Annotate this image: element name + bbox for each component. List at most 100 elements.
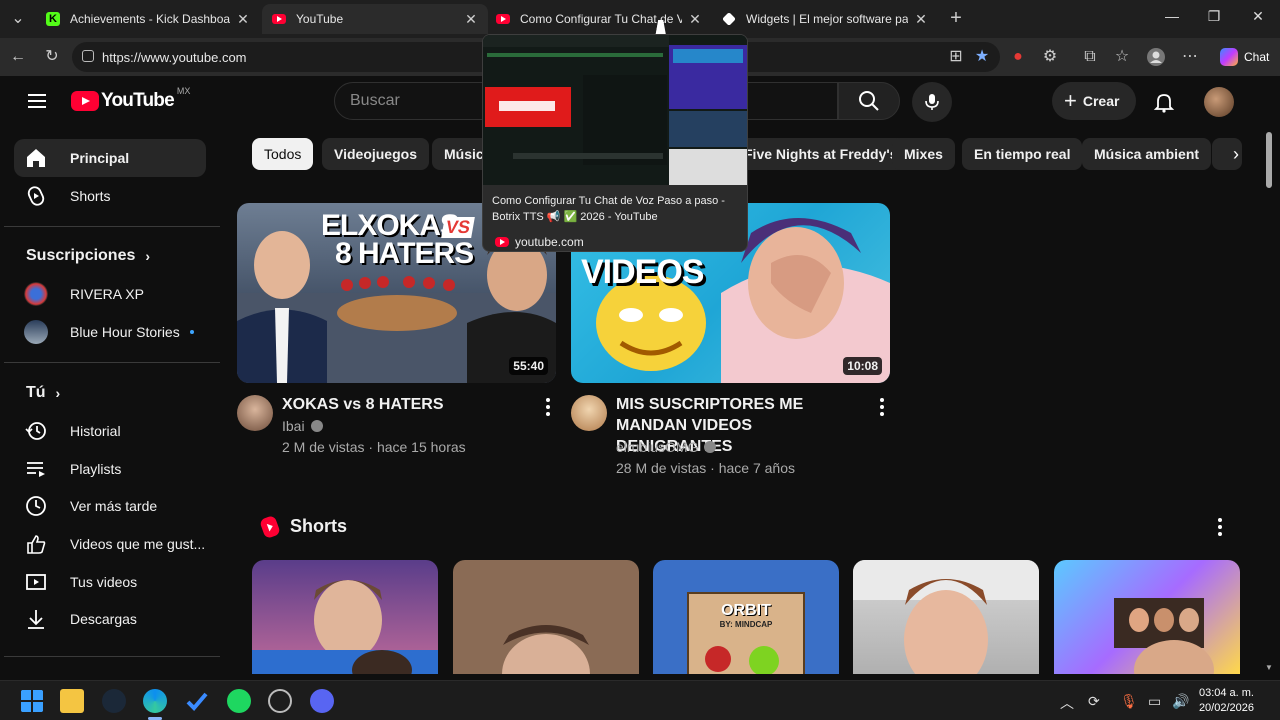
more-actions-icon[interactable] (1217, 518, 1223, 539)
spotify-icon[interactable] (227, 689, 251, 713)
tab-kick-dashboard[interactable]: K Achievements - Kick Dashboard ✕ (36, 4, 260, 34)
search-button[interactable] (838, 82, 900, 120)
show-hidden-icons-chevron-icon[interactable]: ︿ (1060, 693, 1074, 713)
short-art (1114, 598, 1214, 674)
split-screen-icon[interactable]: ⧉ (1080, 47, 1100, 67)
youtube-logo[interactable]: YouTube MX (71, 86, 190, 112)
apps-icon[interactable]: ⊞ (946, 47, 966, 67)
sidebar-item-descargas[interactable]: Descargas (14, 600, 206, 638)
more-actions-icon[interactable] (879, 398, 885, 419)
tab-list-chevron-icon[interactable]: ⌄ (8, 9, 28, 29)
close-tab-icon[interactable]: ✕ (464, 11, 478, 28)
network-icon[interactable]: ▭ (1148, 693, 1161, 710)
minimize-icon[interactable]: — (1162, 8, 1182, 24)
scroll-down-arrow-icon[interactable]: ▼ (1265, 663, 1273, 672)
voice-search-button[interactable] (912, 82, 952, 122)
notifications-bell-icon[interactable] (1152, 90, 1176, 114)
short-thumbnail[interactable]: ORBIT BY: MINDCAP (653, 560, 839, 674)
video-title[interactable]: XOKAS vs 8 HATERS (282, 394, 532, 415)
domain-text: youtube.com (515, 235, 584, 249)
favorites-icon[interactable]: ☆ (1112, 47, 1132, 67)
chip-en-tiempo-real[interactable]: En tiempo real (962, 138, 1083, 170)
sidebar-item-rivera-xp[interactable]: RIVERA XP (14, 275, 206, 313)
channel-avatar (24, 282, 48, 306)
new-tab-plus-icon[interactable]: + (946, 8, 966, 28)
browser-tab-strip: ⌄ K Achievements - Kick Dashboard ✕ YouT… (0, 0, 1280, 38)
chevron-right-icon[interactable]: › (1222, 144, 1250, 164)
account-avatar[interactable] (1204, 87, 1234, 117)
view-count: 28 M de vistas (616, 460, 707, 476)
sidebar-item-playlists[interactable]: Playlists (14, 450, 206, 488)
channel-avatar[interactable] (237, 395, 273, 431)
restore-icon[interactable]: ❐ (1204, 8, 1224, 25)
tab-chat-de-voz[interactable]: Como Configurar Tu Chat de Voz Pa ✕ (486, 4, 712, 34)
close-tab-icon[interactable]: ✕ (236, 11, 250, 28)
sidebar-item-blue-hour-stories[interactable]: Blue Hour Stories (14, 313, 206, 351)
channel-name[interactable]: Ibai (282, 416, 323, 437)
short-thumbnail[interactable] (453, 560, 639, 674)
obs-icon[interactable] (268, 689, 292, 713)
short-thumbnail[interactable] (1054, 560, 1240, 674)
chip-todos[interactable]: Todos (252, 138, 314, 170)
chip-mixes[interactable]: Mixes (892, 138, 955, 170)
page-scrollbar[interactable]: ▼ (1264, 128, 1274, 674)
close-tab-icon[interactable]: ✕ (914, 11, 928, 28)
back-arrow-icon[interactable]: ← (8, 47, 28, 67)
scrollbar-thumb[interactable] (1266, 132, 1272, 188)
upload-age: hace 7 años (718, 460, 796, 476)
volume-icon[interactable]: 🔊 (1172, 693, 1189, 710)
kick-icon: K (46, 12, 60, 26)
sidebar-item-shorts[interactable]: Shorts (14, 177, 206, 215)
thumbs-up-icon (24, 532, 48, 556)
extension-icon[interactable]: ● (1008, 47, 1028, 67)
menu-icon[interactable] (28, 94, 46, 112)
sidebar-item-principal[interactable]: Principal (14, 139, 206, 177)
profile-icon[interactable] (1146, 47, 1166, 67)
subscriptions-heading[interactable]: Suscripciones › (26, 247, 150, 265)
more-actions-icon[interactable] (545, 398, 551, 419)
tab-youtube[interactable]: YouTube ✕ (262, 4, 488, 34)
sidebar-item-videos-que-me-gustan[interactable]: Videos que me gust... (14, 525, 206, 563)
tab-widgets[interactable]: Widgets | El mejor software para p ✕ (712, 4, 938, 34)
copilot-chat-button[interactable]: Chat (1212, 44, 1277, 70)
widgets-icon (722, 12, 736, 26)
tab-preview-domain: youtube.com (495, 235, 584, 249)
chip-five-nights[interactable]: Five Nights at Freddy's (732, 138, 910, 170)
sidebar-item-ver-mas-tarde[interactable]: Ver más tarde (14, 487, 206, 525)
short-thumbnail[interactable] (853, 560, 1039, 674)
microphone-tray-icon[interactable]: 🎙 (1120, 693, 1138, 710)
create-button[interactable]: + Crear (1052, 82, 1136, 120)
todo-check-icon[interactable] (185, 689, 209, 713)
short-thumbnail[interactable] (252, 560, 438, 674)
sidebar-item-label: Videos que me gust... (70, 536, 206, 552)
sidebar-item-tus-videos[interactable]: Tus videos (14, 563, 206, 601)
sidebar-item-historial[interactable]: Historial (14, 412, 206, 450)
sync-icon[interactable]: ⟳ (1088, 693, 1100, 710)
discord-icon[interactable] (310, 689, 334, 713)
channel-name-text: elrubiusOMG (616, 439, 699, 455)
orbit-card: ORBIT BY: MINDCAP (687, 592, 805, 674)
chip-videojuegos[interactable]: Videojuegos (322, 138, 429, 170)
favorite-star-icon[interactable]: ★ (972, 47, 992, 67)
edge-browser-icon[interactable] (143, 689, 167, 713)
close-tab-icon[interactable]: ✕ (688, 11, 702, 28)
extensions-puzzle-icon[interactable]: ⚙ (1040, 47, 1060, 67)
you-heading[interactable]: Tú › (26, 384, 60, 402)
site-info-icon[interactable] (82, 50, 94, 62)
tab-preview-title: Como Configurar Tu Chat de Voz Paso a pa… (492, 195, 725, 223)
channel-avatar[interactable] (571, 395, 607, 431)
chip-musica-ambient[interactable]: Música ambient (1082, 138, 1212, 170)
tab-title: Widgets | El mejor software para p (746, 12, 908, 26)
plus-icon: + (1064, 88, 1077, 113)
reload-icon[interactable]: ↻ (42, 47, 62, 67)
upload-age: hace 15 horas (376, 439, 466, 455)
file-explorer-icon[interactable] (60, 689, 84, 713)
more-menu-icon[interactable]: ⋯ (1180, 47, 1200, 67)
close-window-icon[interactable]: ✕ (1248, 8, 1268, 25)
steam-icon[interactable] (102, 689, 126, 713)
windows-start-icon[interactable] (20, 689, 44, 713)
channel-name[interactable]: elrubiusOMG (616, 437, 717, 458)
divider (4, 362, 220, 363)
duration-badge: 10:08 (843, 357, 882, 375)
system-clock[interactable]: 03:04 a. m. 20/02/2026 (1199, 686, 1254, 716)
